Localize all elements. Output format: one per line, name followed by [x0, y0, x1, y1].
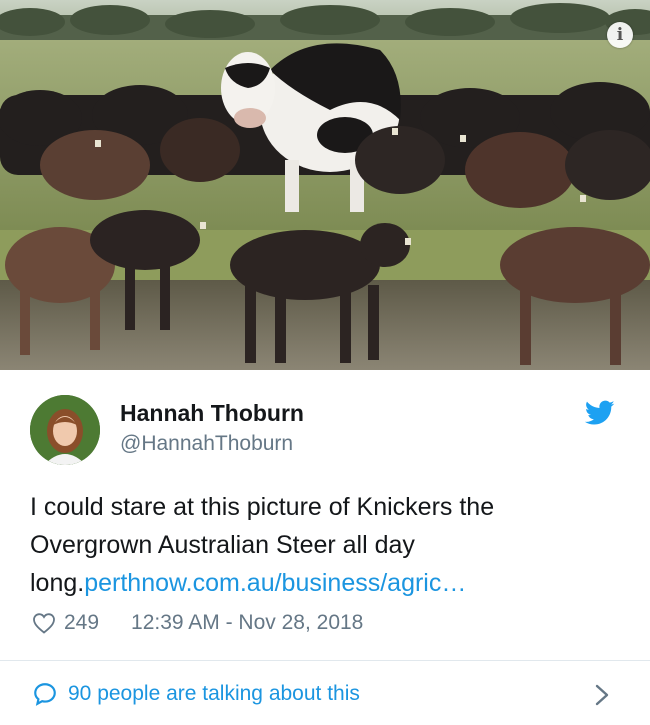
avatar-image: [30, 395, 100, 465]
tweet-photo[interactable]: i: [0, 0, 650, 370]
tweet-meta: 249 12:39 AM - Nov 28, 2018: [32, 608, 363, 638]
tweet-link[interactable]: perthnow.com.au/business/agric…: [84, 569, 466, 597]
author-name[interactable]: Hannah Thoburn: [120, 400, 304, 427]
info-icon[interactable]: i: [607, 22, 633, 48]
heart-outline-icon[interactable]: [32, 612, 56, 634]
timestamp[interactable]: 12:39 AM - Nov 28, 2018: [131, 611, 363, 635]
cattle-photo-illustration: [0, 0, 650, 370]
info-glyph: i: [616, 24, 624, 45]
author-handle[interactable]: @HannahThoburn: [120, 432, 293, 456]
speech-bubble-icon: [34, 683, 56, 706]
tweet-card: Hannah Thoburn @HannahThoburn I could st…: [0, 370, 650, 725]
conversation-link[interactable]: 90 people are talking about this: [32, 678, 622, 710]
tweet-text: I could stare at this picture of Knicker…: [30, 488, 620, 602]
like-count[interactable]: 249: [64, 611, 99, 635]
divider: [0, 660, 650, 661]
avatar[interactable]: [30, 395, 100, 465]
chevron-right-icon[interactable]: [594, 684, 610, 706]
twitter-bird-icon[interactable]: [585, 400, 615, 426]
conversation-label: 90 people are talking about this: [68, 682, 360, 705]
